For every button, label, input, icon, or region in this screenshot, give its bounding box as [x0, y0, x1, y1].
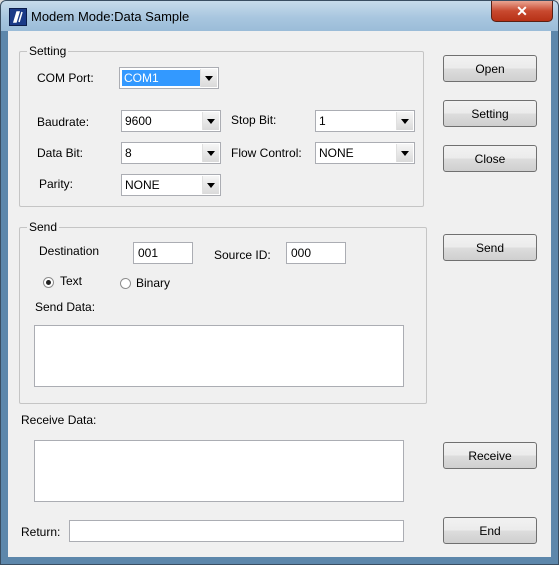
data-bit-label: Data Bit:	[37, 146, 84, 160]
receive-data-label: Receive Data:	[21, 413, 97, 427]
stop-bit-label: Stop Bit:	[231, 113, 277, 127]
end-button[interactable]: End	[443, 517, 537, 544]
binary-radio-label[interactable]: Binary	[136, 276, 170, 290]
data-bit-value: 8	[125, 146, 132, 160]
source-id-value: 000	[291, 246, 312, 260]
window-title: Modem Mode:Data Sample	[31, 9, 190, 24]
send-group-label: Send	[27, 220, 60, 234]
data-bit-select[interactable]: 8	[121, 142, 221, 164]
baudrate-label: Baudrate:	[37, 115, 90, 129]
chevron-down-icon[interactable]	[202, 176, 219, 194]
text-radio[interactable]	[43, 277, 54, 288]
flow-control-value: NONE	[319, 146, 354, 160]
app-icon	[9, 8, 27, 26]
parity-value: NONE	[125, 178, 160, 192]
receive-button[interactable]: Receive	[443, 442, 537, 469]
baudrate-select[interactable]: 9600	[121, 110, 221, 132]
text-radio-label[interactable]: Text	[60, 274, 82, 288]
chevron-down-icon[interactable]	[202, 144, 219, 162]
destination-input[interactable]: 001	[133, 242, 193, 264]
com-port-selection: COM1	[122, 70, 200, 86]
destination-value: 001	[138, 246, 159, 260]
open-button[interactable]: Open	[443, 55, 537, 82]
com-port-value: COM1	[124, 71, 159, 85]
baudrate-value: 9600	[125, 114, 152, 128]
chevron-down-icon[interactable]	[396, 144, 413, 162]
com-port-label: COM Port:	[37, 71, 94, 85]
client-area: Setting COM Port: COM1 Baudrate: 9600 St…	[8, 31, 551, 557]
source-id-label: Source ID:	[214, 248, 271, 262]
return-label: Return:	[21, 525, 61, 539]
receive-data-textarea[interactable]	[34, 440, 404, 502]
chevron-down-icon[interactable]	[202, 112, 219, 130]
flow-control-select[interactable]: NONE	[315, 142, 415, 164]
destination-label: Destination	[39, 244, 100, 258]
setting-group-label: Setting	[27, 44, 69, 58]
close-icon: ✕	[516, 3, 528, 19]
app-window: Modem Mode:Data Sample ✕ Setting COM Por…	[0, 0, 559, 565]
flow-control-label: Flow Control:	[231, 146, 302, 160]
com-port-select[interactable]: COM1	[119, 67, 219, 89]
setting-button[interactable]: Setting	[443, 100, 537, 127]
binary-radio[interactable]	[120, 278, 131, 289]
chevron-down-icon[interactable]	[396, 112, 413, 130]
window-close-button[interactable]: ✕	[491, 1, 553, 22]
chevron-down-icon[interactable]	[200, 69, 217, 87]
parity-label: Parity:	[39, 177, 74, 191]
radio-selected-dot	[46, 280, 51, 285]
send-data-label: Send Data:	[35, 300, 96, 314]
stop-bit-value: 1	[319, 114, 326, 128]
send-button[interactable]: Send	[443, 234, 537, 261]
stop-bit-select[interactable]: 1	[315, 110, 415, 132]
close-button[interactable]: Close	[443, 145, 537, 172]
parity-select[interactable]: NONE	[121, 174, 221, 196]
title-bar[interactable]: Modem Mode:Data Sample ✕	[1, 1, 558, 31]
send-data-textarea[interactable]	[34, 325, 404, 387]
source-id-input[interactable]: 000	[286, 242, 346, 264]
return-input[interactable]	[69, 520, 404, 542]
